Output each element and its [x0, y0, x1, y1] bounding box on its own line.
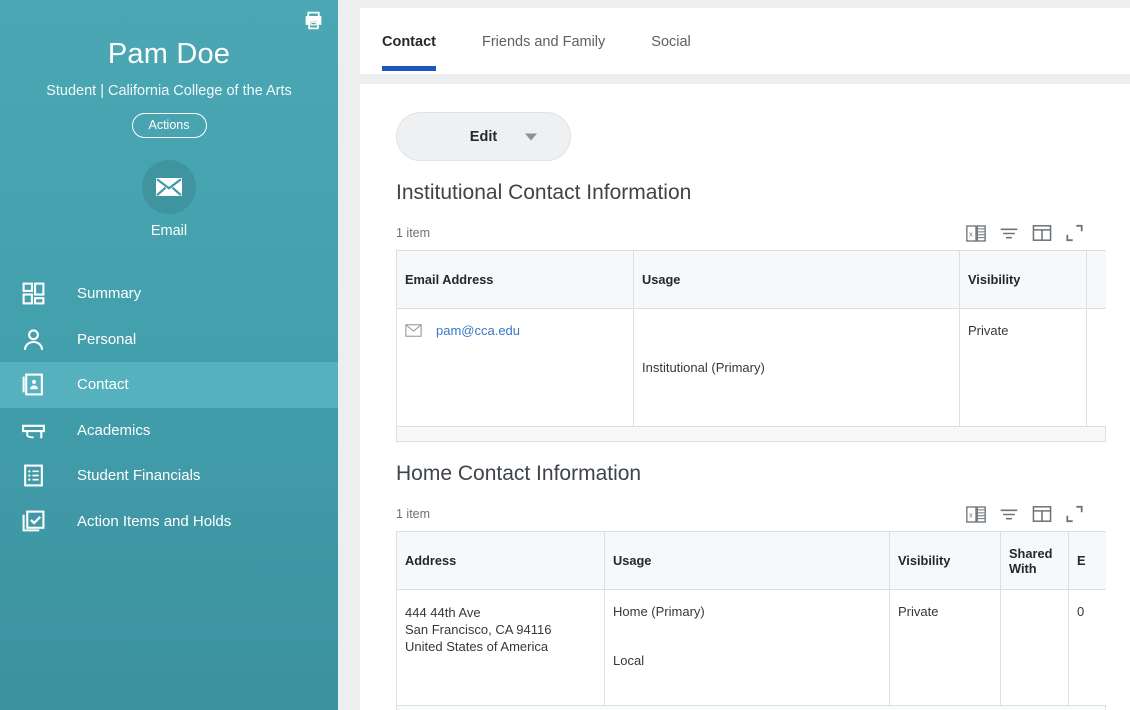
institutional-contact-table: Email Address Usage Visibility pam@cca.e… — [396, 250, 1106, 427]
sidebar-item-academics[interactable]: Academics — [0, 408, 338, 454]
workday-profile-page: Pam Doe Student | California College of … — [0, 0, 1130, 710]
tab-label: Friends and Family — [481, 34, 606, 50]
column-header-effective-date-truncated[interactable]: E — [1068, 531, 1106, 590]
table-row[interactable]: 444 44th Ave San Francisco, CA 94116 Uni… — [396, 589, 1106, 706]
filter-icon[interactable] — [999, 225, 1019, 242]
edit-button-label: Edit — [469, 128, 498, 145]
section-title-home: Home Contact Information — [396, 462, 642, 485]
column-header-blank[interactable] — [1086, 250, 1106, 309]
sidebar-item-label: Contact — [77, 376, 129, 394]
sidebar-item-summary[interactable]: Summary — [0, 271, 338, 317]
table-row[interactable]: pam@cca.edu Institutional (Primary) Priv… — [396, 308, 1106, 427]
expand-view-icon[interactable] — [1065, 224, 1084, 242]
actions-button-wrap: Actions — [0, 113, 338, 138]
cell-address: 444 44th Ave San Francisco, CA 94116 Uni… — [396, 589, 605, 706]
item-count: 1 item — [396, 507, 431, 521]
export-to-excel-icon[interactable]: x — [966, 224, 986, 242]
table-footer-bar — [396, 427, 1106, 442]
sidebar-item-label: Personal — [77, 330, 137, 348]
column-header-shared-with[interactable]: Shared With — [1000, 531, 1069, 590]
section-title-institutional: Institutional Contact Information — [396, 181, 692, 204]
column-header-address[interactable]: Address — [396, 531, 605, 590]
column-header-email-address[interactable]: Email Address — [396, 250, 634, 309]
profile-subtitle: Student | California College of the Arts — [46, 83, 292, 99]
tab-label: Social — [651, 34, 691, 50]
edit-button[interactable]: Edit — [396, 112, 571, 161]
grid-meta-home: 1 item x — [396, 502, 1108, 526]
usage-primary: Home (Primary) — [613, 604, 705, 619]
export-to-excel-icon[interactable]: x — [966, 505, 986, 523]
contact-panel-inner: Edit Institutional Contact Information 1… — [360, 84, 1130, 710]
person-icon — [21, 327, 55, 352]
document-list-icon — [21, 463, 55, 488]
email-quick-action: Email — [0, 160, 338, 239]
toggle-column-icon[interactable] — [1032, 224, 1052, 242]
expand-view-icon[interactable] — [1065, 505, 1084, 523]
contact-card-icon — [21, 372, 55, 397]
chevron-down-icon — [525, 133, 537, 140]
sidebar-item-label: Summary — [77, 285, 142, 303]
profile-sidebar: Pam Doe Student | California College of … — [0, 0, 338, 710]
sidebar-item-label: Action Items and Holds — [77, 512, 232, 530]
main-content: Contact Friends and Family Social Edit I… — [338, 0, 1130, 710]
tab-friends-and-family[interactable]: Friends and Family — [482, 8, 605, 74]
tab-social[interactable]: Social — [651, 8, 691, 74]
envelope-icon — [405, 324, 422, 337]
address-line: United States of America — [405, 639, 549, 654]
column-header-visibility[interactable]: Visibility — [889, 531, 1001, 590]
home-contact-table: Address Usage Visibility Shared With E 4… — [396, 531, 1106, 706]
grid-toolbar: x — [966, 224, 1084, 242]
sidebar-item-label: Academics — [77, 421, 151, 439]
cell-usage: Institutional (Primary) — [633, 308, 960, 427]
grid-toolbar: x — [966, 505, 1084, 523]
cell-email-address: pam@cca.edu — [396, 308, 634, 427]
sidebar-item-label: Student Financials — [77, 467, 201, 485]
institutional-contact-table-wrap: Email Address Usage Visibility pam@cca.e… — [396, 250, 1106, 442]
sidebar-item-student-financials[interactable]: Student Financials — [0, 453, 338, 499]
tab-list: Contact Friends and Family Social — [360, 8, 1130, 74]
item-count: 1 item — [396, 226, 431, 240]
tab-bar: Contact Friends and Family Social — [360, 8, 1130, 74]
profile-name: Pam Doe — [107, 38, 231, 70]
sidebar-item-personal[interactable]: Personal — [0, 317, 338, 363]
column-header-usage[interactable]: Usage — [633, 250, 960, 309]
contact-panel: Edit Institutional Contact Information 1… — [360, 84, 1130, 710]
grid-dashboard-icon — [21, 281, 55, 306]
cell-usage: Home (Primary) Local — [604, 589, 890, 706]
column-header-visibility[interactable]: Visibility — [959, 250, 1087, 309]
grid-meta-institutional: 1 item x — [396, 221, 1108, 245]
email-cell-content: pam@cca.edu — [397, 323, 633, 338]
cell-visibility: Private — [889, 589, 1001, 706]
svg-text:x: x — [969, 229, 973, 238]
sidebar-nav: Summary Personal Contact Academics Stude… — [0, 271, 338, 544]
graduation-cap-icon — [21, 418, 55, 443]
actions-button[interactable]: Actions — [131, 113, 207, 138]
tab-contact[interactable]: Contact — [382, 8, 436, 74]
email-button[interactable] — [142, 160, 196, 214]
checklist-icon — [21, 509, 55, 534]
column-header-usage[interactable]: Usage — [604, 531, 890, 590]
tab-label: Contact — [382, 34, 436, 50]
sidebar-item-action-items-and-holds[interactable]: Action Items and Holds — [0, 499, 338, 545]
table-header-row: Address Usage Visibility Shared With E — [396, 531, 1106, 590]
home-contact-table-wrap: Address Usage Visibility Shared With E 4… — [396, 531, 1106, 710]
table-header-row: Email Address Usage Visibility — [396, 250, 1106, 309]
email-action-label: Email — [150, 223, 188, 239]
cell-effective-date-truncated: 0 — [1068, 589, 1106, 706]
printer-icon[interactable] — [302, 9, 324, 31]
cell-visibility: Private — [959, 308, 1087, 427]
email-address-link[interactable]: pam@cca.edu — [436, 323, 520, 338]
horizontal-scrollbar[interactable] — [396, 706, 1106, 710]
usage-secondary: Local — [613, 653, 645, 668]
filter-icon[interactable] — [999, 506, 1019, 523]
toggle-column-icon[interactable] — [1032, 505, 1052, 523]
cell-shared-with — [1000, 589, 1069, 706]
sidebar-item-contact[interactable]: Contact — [0, 362, 338, 408]
address-line: 444 44th Ave — [405, 605, 481, 620]
svg-text:x: x — [969, 510, 973, 519]
cell-blank — [1086, 308, 1106, 427]
address-line: San Francisco, CA 94116 — [405, 622, 552, 637]
envelope-icon — [155, 176, 183, 198]
